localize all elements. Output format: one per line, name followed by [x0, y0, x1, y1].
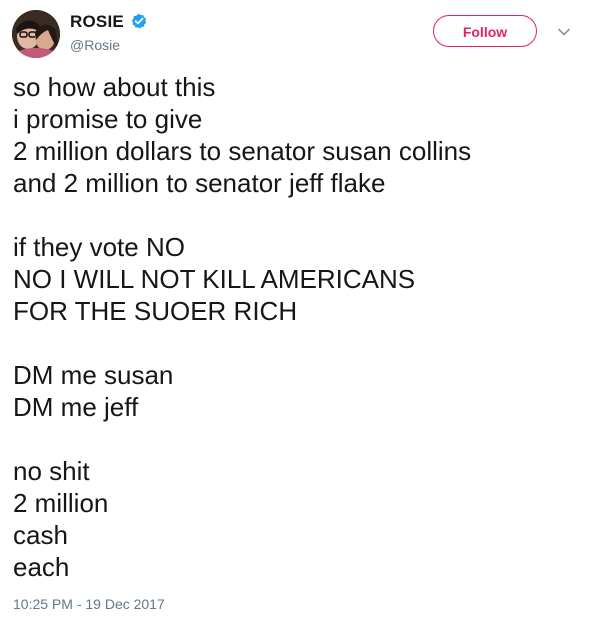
- tweet-line: NO I WILL NOT KILL AMERICANS: [13, 264, 416, 294]
- tweet-line: so how about this: [13, 72, 216, 102]
- tweet: ROSIE @Rosie Follow so how about this i …: [0, 0, 589, 622]
- tweet-line: FOR THE SUOER RICH: [13, 296, 298, 326]
- verified-badge-icon: [131, 13, 147, 29]
- tweet-line: cash: [13, 520, 68, 550]
- follow-button[interactable]: Follow: [433, 15, 537, 47]
- user-handle[interactable]: @Rosie: [70, 37, 120, 53]
- avatar[interactable]: [12, 10, 60, 58]
- tweet-line: each: [13, 552, 70, 582]
- chevron-down-icon[interactable]: [556, 24, 572, 40]
- tweet-line: DM me jeff: [13, 392, 139, 422]
- tweet-text: so how about this i promise to give 2 mi…: [13, 71, 573, 583]
- tweet-line: DM me susan: [13, 360, 174, 390]
- tweet-line: and 2 million to senator jeff flake: [13, 168, 386, 198]
- tweet-line: if they vote NO: [13, 232, 185, 262]
- tweet-line: [13, 423, 573, 455]
- tweet-line: [13, 199, 573, 231]
- display-name[interactable]: ROSIE: [70, 12, 124, 32]
- tweet-line: [13, 327, 573, 359]
- tweet-line: 2 million dollars to senator susan colli…: [13, 136, 472, 166]
- tweet-line: 2 million: [13, 488, 109, 518]
- tweet-timestamp[interactable]: 10:25 PM - 19 Dec 2017: [13, 596, 165, 612]
- tweet-line: no shit: [13, 456, 90, 486]
- tweet-line: i promise to give: [13, 104, 203, 134]
